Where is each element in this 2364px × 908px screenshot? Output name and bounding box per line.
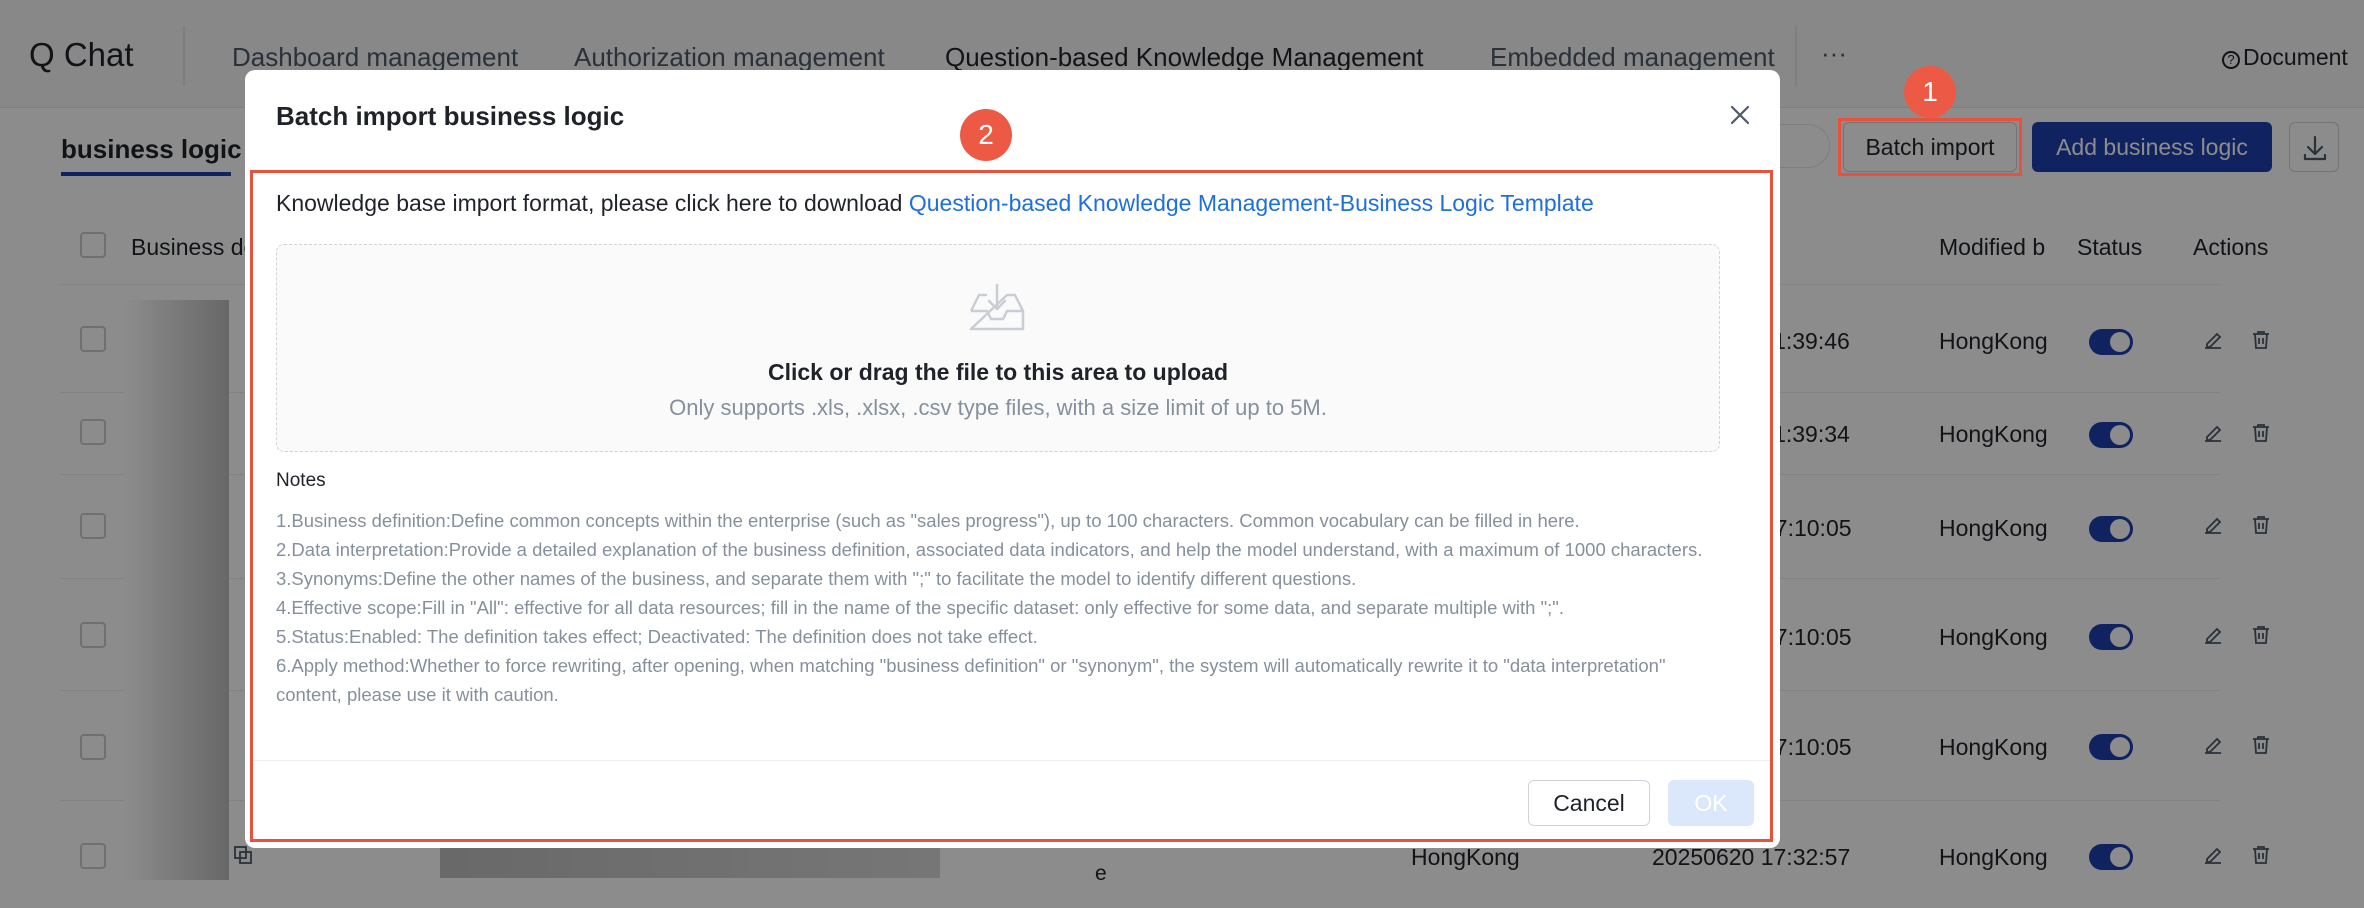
batch-import-dialog: Batch import business logic Knowledge ba… [245,70,1780,848]
annotation-badge-1: 1 [1904,66,1956,118]
close-icon[interactable] [1725,100,1755,130]
annotation-badge-2: 2 [960,109,1012,161]
annotation-highlight-batch-import [1838,118,2022,176]
annotation-highlight-box [250,170,1773,842]
dialog-title: Batch import business logic [276,101,625,131]
